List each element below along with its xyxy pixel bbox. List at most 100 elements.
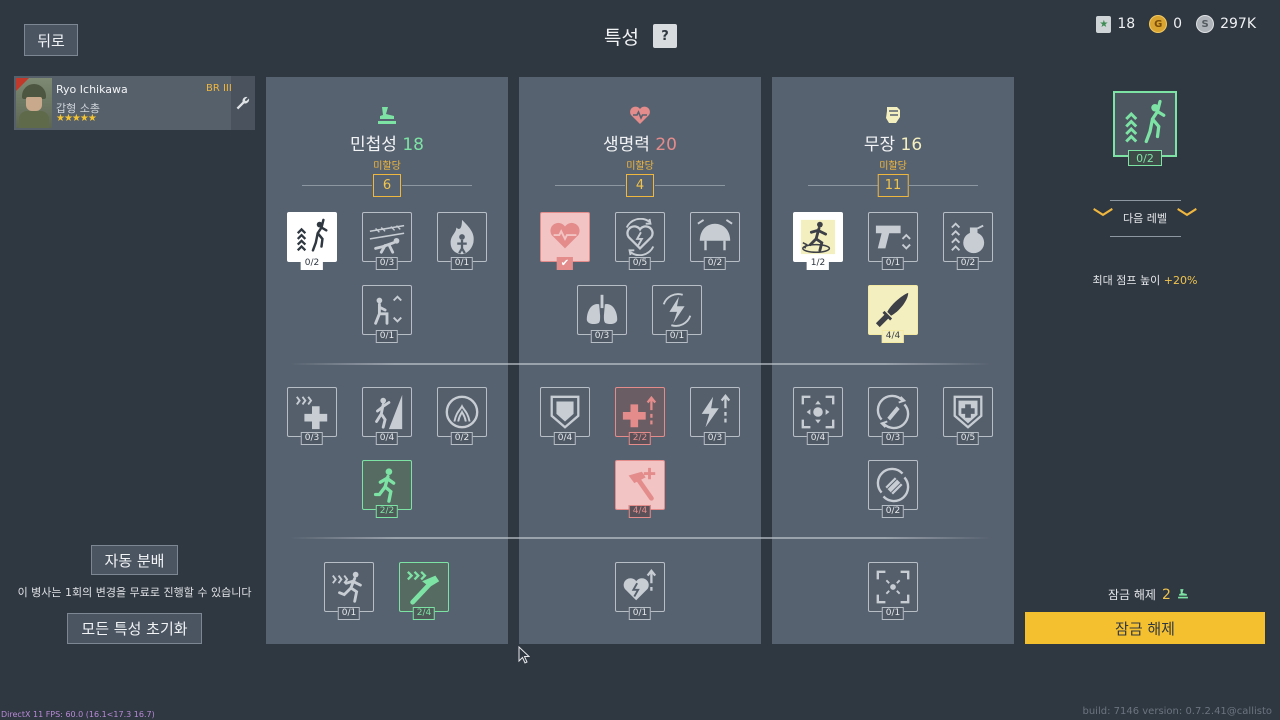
perk-count: 0/1 [665, 330, 689, 343]
tactical-run-icon [800, 219, 836, 255]
wrench-icon[interactable] [231, 76, 255, 130]
perk-energy-recharge[interactable]: 0/1 [652, 285, 702, 343]
avatar [16, 78, 52, 128]
soldier-card[interactable]: Ryo Ichikawa 갑형 소총 ★★★★★ BR III [14, 76, 255, 130]
perk-focus[interactable]: 0/1 [868, 562, 918, 620]
perk-count: 0/4 [806, 432, 830, 445]
perk-count: 0/3 [300, 432, 324, 445]
medic-shield-icon [953, 395, 983, 429]
divider-line [1110, 200, 1181, 201]
climb-icon [375, 394, 403, 430]
column-value: 16 [900, 135, 923, 155]
perk-heart-boost[interactable]: 0/1 [615, 562, 665, 620]
jump-height-icon [1125, 99, 1166, 144]
points-available: 11 [877, 174, 909, 197]
perk-count: 0/2 [956, 257, 980, 270]
column-value: 18 [402, 135, 424, 155]
perk-medic-shield[interactable]: 0/5 [943, 387, 993, 445]
build-version: build: 7146 version: 0.7.2.41@callisto [1082, 706, 1273, 717]
perk-fire-resistance[interactable]: 0/1 [437, 212, 487, 270]
perk-count: 0/4 [553, 432, 577, 445]
perk-count: 1/2 [806, 257, 830, 270]
stamina-recovery-icon [445, 395, 479, 429]
perk-reload-speed[interactable]: 0/3 [868, 387, 918, 445]
perk-pistol-swap[interactable]: 0/1 [868, 212, 918, 270]
perk-column-agility: 민첩성 18 미할당 6 [266, 77, 508, 644]
column-name: 무장 [863, 135, 896, 155]
perk-count: 0/3 [881, 432, 905, 445]
perk-heal-speed[interactable]: 0/3 [287, 387, 337, 445]
perk-climb[interactable]: 0/4 [362, 387, 412, 445]
mouse-cursor-icon [518, 646, 530, 664]
crawl-barbed-wire-icon [369, 224, 405, 254]
auto-distribute-button[interactable]: 자동 분배 [91, 545, 178, 575]
silver-coin-icon: S [1196, 15, 1215, 33]
perk-column-weaponry: 무장 16 미할당 11 [772, 77, 1014, 644]
perk-stamina-recovery[interactable]: 0/2 [437, 387, 487, 445]
focus-icon [876, 570, 910, 604]
gold-count: 0 [1173, 16, 1183, 32]
perk-crawl[interactable]: 0/3 [362, 212, 412, 270]
perk-sprint[interactable]: 0/1 [324, 562, 374, 620]
perk-build-speed[interactable]: 2/4 [399, 562, 449, 620]
reset-all-perks-button[interactable]: 모든 특성 초기화 [67, 613, 202, 644]
points-available: 4 [626, 174, 654, 197]
perk-hammer-heal[interactable]: 4/4 [615, 460, 665, 518]
gold-coin-icon: G [1149, 15, 1168, 33]
aim-steady-icon [801, 395, 835, 429]
weaponry-icon [772, 105, 1014, 129]
perk-heart-check[interactable]: ✔ [540, 212, 590, 270]
agility-icon [1177, 588, 1189, 602]
armor-icon [550, 395, 580, 429]
unlock-button[interactable]: 잠금 해제 [1025, 612, 1265, 644]
tier-divider [290, 363, 990, 365]
back-button[interactable]: 뒤로 [24, 24, 78, 56]
perk-count: 4/4 [881, 330, 905, 343]
perk-count: 2/4 [412, 607, 436, 620]
currency-bar: ★ 18 G 0 S 297K [1096, 15, 1264, 33]
perk-count: 0/1 [628, 607, 652, 620]
perk-count: 0/5 [956, 432, 980, 445]
hammer-heal-icon [628, 467, 656, 501]
fire-resistance-icon [450, 219, 474, 255]
perk-count: 0/3 [703, 432, 727, 445]
grenade-count-icon [951, 222, 985, 254]
perk-medkit-boost[interactable]: 2/2 [615, 387, 665, 445]
unlock-cost: 잠금 해제 2 [1108, 586, 1189, 603]
star-badge-icon: ★ [1096, 15, 1112, 33]
run-speed-icon [373, 468, 396, 503]
energy-recharge-icon [662, 293, 692, 327]
perk-crouch-speed[interactable]: 0/1 [362, 285, 412, 343]
perk-lungs[interactable]: 0/3 [577, 285, 627, 343]
perk-jump-height[interactable]: 0/2 [287, 212, 337, 270]
soldier-name: Ryo Ichikawa [56, 83, 128, 96]
perk-ammo-pouch[interactable]: 0/2 [868, 460, 918, 518]
jump-height-icon [296, 218, 328, 252]
perk-count: 0/3 [375, 257, 399, 270]
perk-count: 0/1 [375, 330, 399, 343]
perk-energy-boost[interactable]: 0/3 [690, 387, 740, 445]
perk-tactical-run[interactable]: 1/2 [793, 212, 843, 270]
help-button[interactable]: ? [652, 24, 677, 48]
perk-count: 2/2 [375, 505, 399, 518]
column-name: 민첩성 [350, 135, 397, 155]
perk-helmet[interactable]: 0/2 [690, 212, 740, 270]
selected-perk-preview [1113, 91, 1177, 157]
perk-aim-steady[interactable]: 0/4 [793, 387, 843, 445]
unassigned-label: 미할당 [626, 161, 654, 172]
perk-grenade-count[interactable]: 0/2 [943, 212, 993, 270]
perk-count: 0/1 [881, 607, 905, 620]
perk-run-speed[interactable]: 2/2 [362, 460, 412, 518]
perk-count: 2/2 [628, 432, 652, 445]
perk-count: 0/1 [337, 607, 361, 620]
crouch-speed-icon [374, 295, 402, 325]
perk-melee-knife[interactable]: 4/4 [868, 285, 918, 343]
perk-count: 0/4 [375, 432, 399, 445]
heart-check-icon [550, 222, 580, 249]
perk-revive[interactable]: 0/5 [615, 212, 665, 270]
chevron-down-icon: ﹀ [1093, 206, 1113, 230]
star-badge-count: 18 [1117, 16, 1136, 32]
perk-armor[interactable]: 0/4 [540, 387, 590, 445]
sprint-icon [332, 571, 362, 603]
build-speed-icon [407, 570, 440, 605]
